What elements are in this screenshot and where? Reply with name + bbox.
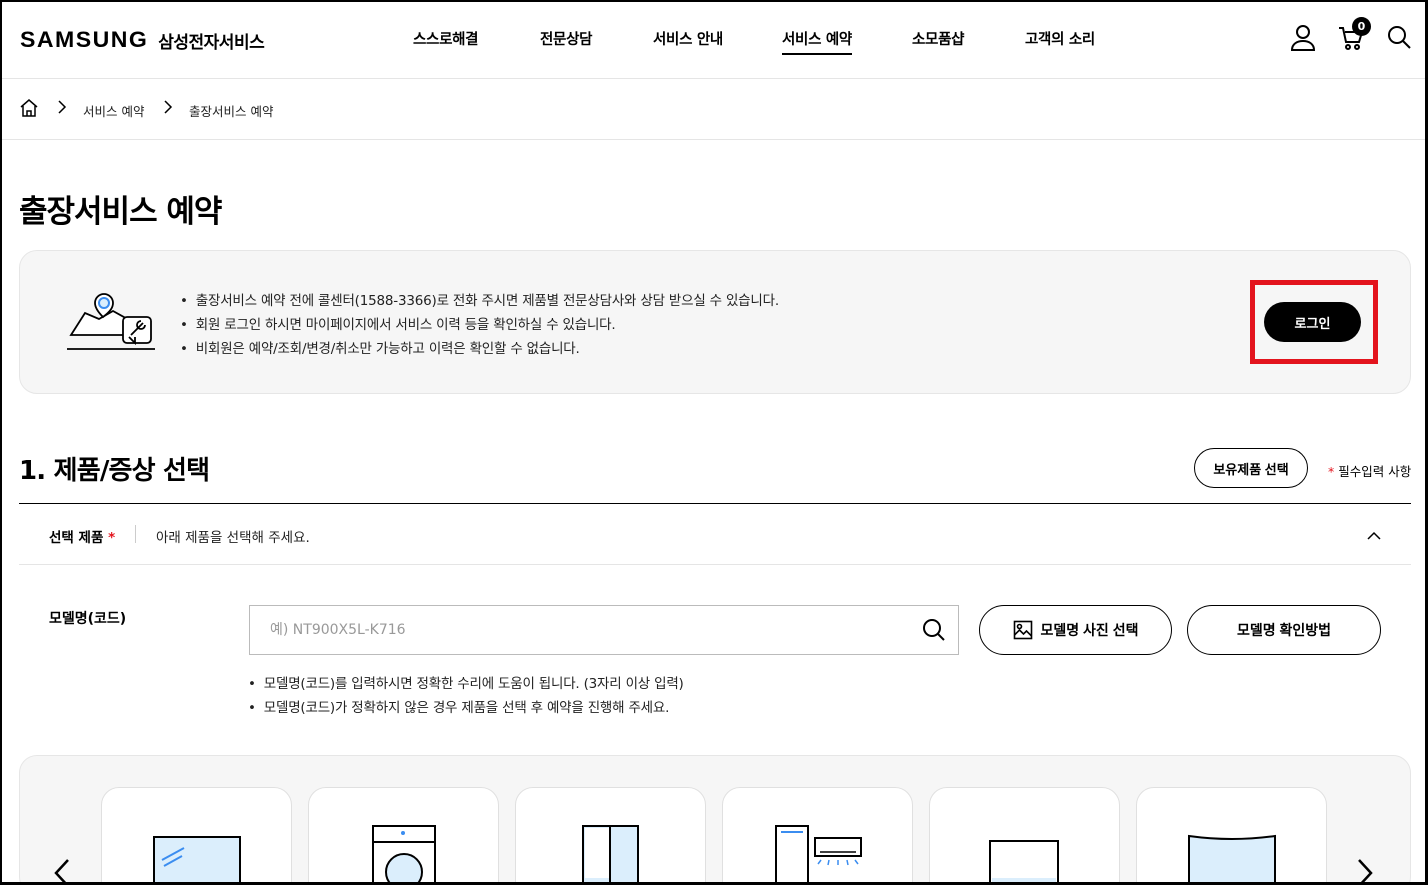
notice-box: 출장서비스 예약 전에 콜센터(1588-3366)로 전화 주시면 제품별 전… <box>19 250 1411 394</box>
breadcrumb: 서비스 예약 출장서비스 예약 <box>0 80 1428 140</box>
login-button[interactable]: 로그인 <box>1264 302 1361 342</box>
nav-service-booking[interactable]: 서비스 예약 <box>782 28 852 55</box>
monitor-icon <box>989 840 1059 885</box>
breadcrumb-service-booking[interactable]: 서비스 예약 <box>83 101 144 120</box>
washer-icon <box>372 825 436 885</box>
nav-supplies-shop[interactable]: 소모품샵 <box>912 28 964 49</box>
product-card-curved-display[interactable] <box>1136 787 1327 885</box>
selected-product-hint: 아래 제품을 선택해 주세요. <box>156 530 310 546</box>
model-notes: 모델명(코드)를 입력하시면 정확한 수리에 도움이 됩니다. (3자리 이상 … <box>248 672 684 720</box>
model-howto-button[interactable]: 모델명 확인방법 <box>1187 605 1381 655</box>
product-card-tv[interactable] <box>101 787 292 885</box>
model-photo-label: 모델명 사진 선택 <box>1040 622 1139 638</box>
home-icon[interactable] <box>19 98 39 121</box>
chevron-up-icon[interactable] <box>1367 526 1381 545</box>
search-icon[interactable] <box>1386 24 1412 56</box>
model-photo-button[interactable]: 모델명 사진 선택 <box>979 605 1172 655</box>
nav-self-solve[interactable]: 스스로해결 <box>413 28 479 49</box>
model-note: 모델명(코드)가 정확하지 않은 경우 제품을 선택 후 예약을 진행해 주세요… <box>248 696 684 720</box>
product-carousel <box>19 755 1411 885</box>
product-card-refrigerator[interactable] <box>515 787 706 885</box>
notice-item: 비회원은 예약/조회/변경/취소만 가능하고 이력은 확인할 수 없습니다. <box>180 337 779 361</box>
selected-product-label-text: 선택 제품 <box>49 530 104 546</box>
nav-consult[interactable]: 전문상담 <box>540 28 592 49</box>
notice-list: 출장서비스 예약 전에 콜센터(1588-3366)로 전화 주시면 제품별 전… <box>180 289 779 361</box>
selected-product-label: 선택 제품 * <box>49 526 115 546</box>
user-icon[interactable] <box>1290 24 1316 56</box>
product-card-monitor[interactable] <box>929 787 1120 885</box>
notice-item: 회원 로그인 하시면 마이페이지에서 서비스 이력 등을 확인하실 수 있습니다… <box>180 313 779 337</box>
breadcrumb-current: 출장서비스 예약 <box>189 104 274 119</box>
air-conditioner-icon <box>775 825 862 885</box>
chevron-right-icon <box>57 99 67 118</box>
model-search-box <box>249 605 959 655</box>
tv-icon <box>153 836 241 885</box>
owned-products-button[interactable]: 보유제품 선택 <box>1194 448 1308 488</box>
chevron-right-icon[interactable] <box>1356 858 1374 885</box>
model-label: 모델명(코드) <box>49 611 127 627</box>
global-header: SAMSUNG 삼성전자서비스 스스로해결 전문상담 서비스 안내 서비스 예약… <box>0 0 1428 79</box>
section-title: 1. 제품/증상 선택 <box>19 456 210 486</box>
product-card-air-conditioner[interactable] <box>722 787 913 885</box>
cart-count-badge: 0 <box>1352 17 1371 36</box>
required-note-text: 필수입력 사항 <box>1338 464 1412 479</box>
nav-service-info[interactable]: 서비스 안내 <box>653 28 723 49</box>
divider <box>135 525 136 543</box>
model-note: 모델명(코드)를 입력하시면 정확한 수리에 도움이 됩니다. (3자리 이상 … <box>248 672 684 696</box>
chevron-right-icon <box>163 99 173 118</box>
chevron-left-icon[interactable] <box>53 858 71 885</box>
selected-product-row[interactable]: 선택 제품 * 아래 제품을 선택해 주세요. <box>19 504 1411 565</box>
required-note: * 필수입력 사항 <box>1328 461 1411 480</box>
image-icon <box>1013 620 1033 640</box>
required-star: * <box>108 530 116 546</box>
product-card-washer[interactable] <box>308 787 499 885</box>
required-star: * <box>1328 464 1335 479</box>
nav-customer-voice[interactable]: 고객의 소리 <box>1025 28 1095 49</box>
model-input[interactable] <box>270 606 910 654</box>
map-repair-icon <box>67 289 157 359</box>
page-title: 출장서비스 예약 <box>19 194 222 230</box>
main-nav: 스스로해결 전문상담 서비스 안내 서비스 예약 소모품샵 고객의 소리 <box>0 28 1428 58</box>
refrigerator-icon <box>582 825 639 885</box>
notice-item: 출장서비스 예약 전에 콜센터(1588-3366)로 전화 주시면 제품별 전… <box>180 289 779 313</box>
search-icon[interactable] <box>922 618 946 646</box>
curved-display-icon <box>1188 834 1276 885</box>
